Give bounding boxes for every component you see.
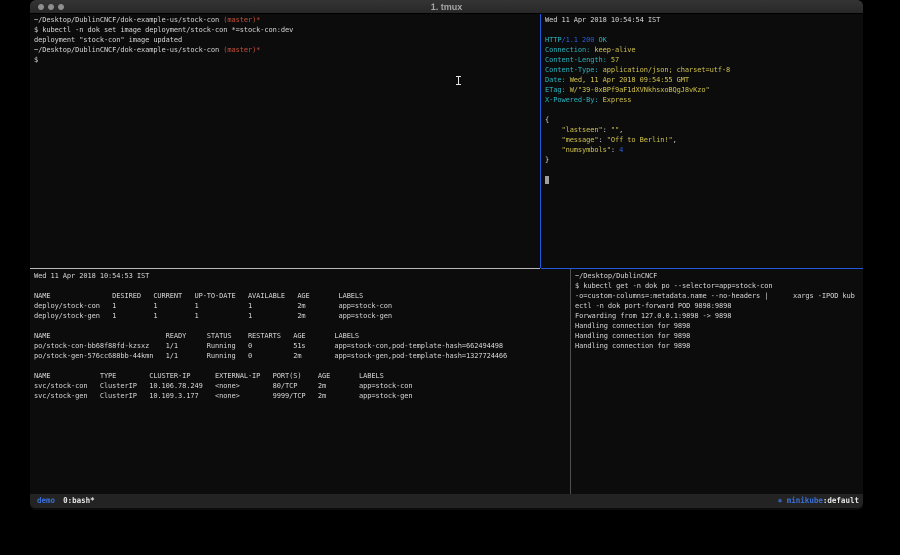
traffic-lights: [38, 4, 64, 10]
terminal-line: Handling connection for 9898: [575, 331, 861, 341]
terminal-line: Forwarding from 127.0.0.1:9898 -> 9898: [575, 311, 861, 321]
minimize-button-icon[interactable]: [48, 4, 54, 10]
terminal-line: [545, 105, 861, 115]
terminal-line: Wed 11 Apr 2018 10:54:53 IST: [34, 271, 566, 281]
terminal-line: "lastseen": "",: [545, 125, 861, 135]
terminal-line: [545, 165, 861, 175]
terminal-line: $ kubectl -n dok set image deployment/st…: [34, 25, 535, 35]
terminal-line: Wed 11 Apr 2018 10:54:54 IST: [545, 15, 861, 25]
terminal-line: {: [545, 115, 861, 125]
terminal-line: [545, 175, 861, 185]
terminal-line: NAME READY STATUS RESTARTS AGE LABELS: [34, 331, 566, 341]
terminal-line: }: [545, 155, 861, 165]
terminal-line: po/stock-gen-576cc688bb-44kmn 1/1 Runnin…: [34, 351, 566, 361]
pane-divider-vertical-top-active[interactable]: [540, 14, 541, 268]
terminal-line: $ kubectl get -n dok po --selector=app=s…: [575, 281, 861, 291]
pane-divider-horizontal-left[interactable]: [30, 268, 540, 269]
close-button-icon[interactable]: [38, 4, 44, 10]
terminal-line: "message": "Off to Berlin!",: [545, 135, 861, 145]
terminal-line: deploy/stock-gen 1 1 1 1 2m app=stock-ge…: [34, 311, 566, 321]
terminal-line: NAME DESIRED CURRENT UP-TO-DATE AVAILABL…: [34, 291, 566, 301]
terminal-line: Content-Length: 57: [545, 55, 861, 65]
zoom-button-icon[interactable]: [58, 4, 64, 10]
terminal-line: [545, 25, 861, 35]
terminal-line: deploy/stock-con 1 1 1 1 2m app=stock-co…: [34, 301, 566, 311]
terminal-line: ectl -n dok port-forward POD 9898:9898: [575, 301, 861, 311]
window-titlebar[interactable]: 1. tmux: [30, 0, 863, 14]
pane-top-left-shell[interactable]: ~/Desktop/DublinCNCF/dok-example-us/stoc…: [34, 15, 535, 265]
status-right: ⎈ minikube:default: [778, 494, 859, 508]
pane-top-right-http-response[interactable]: Wed 11 Apr 2018 10:54:54 IST HTTP/1.1 20…: [545, 15, 861, 265]
terminal-line: deployment "stock-con" image updated: [34, 35, 535, 45]
terminal-line: svc/stock-con ClusterIP 10.106.78.249 <n…: [34, 381, 566, 391]
pane-bottom-right-port-forward[interactable]: ~/Desktop/DublinCNCF$ kubectl get -n dok…: [575, 271, 861, 492]
terminal-line: ~/Desktop/DublinCNCF: [575, 271, 861, 281]
terminal-line: [34, 321, 566, 331]
pane-bottom-left-kubectl-watch[interactable]: Wed 11 Apr 2018 10:54:53 IST NAME DESIRE…: [34, 271, 566, 492]
terminal-line: po/stock-con-bb68f88fd-kzsxz 1/1 Running…: [34, 341, 566, 351]
terminal-line: Handling connection for 9898: [575, 321, 861, 331]
terminal-line: ETag: W/"39-0xBPf9aF1dXVNkhsxoBQgJ8vKzo": [545, 85, 861, 95]
desktop-background: 1. tmux ~/Desktop/DublinCNCF/dok-example…: [0, 0, 900, 555]
mouse-ibeam-cursor-icon: [455, 76, 462, 85]
window-title: 1. tmux: [30, 0, 863, 14]
terminal-line: Content-Type: application/json; charset=…: [545, 65, 861, 75]
terminal-line: [34, 361, 566, 371]
terminal-line: NAME TYPE CLUSTER-IP EXTERNAL-IP PORT(S)…: [34, 371, 566, 381]
terminal-line: ~/Desktop/DublinCNCF/dok-example-us/stoc…: [34, 15, 535, 25]
terminal-line: X-Powered-By: Express: [545, 95, 861, 105]
terminal-line: $: [34, 55, 535, 65]
terminal-line: svc/stock-gen ClusterIP 10.109.3.177 <no…: [34, 391, 566, 401]
text-cursor-block: [545, 176, 549, 184]
terminal-line: Date: Wed, 11 Apr 2018 09:54:55 GMT: [545, 75, 861, 85]
terminal-line: Handling connection for 9898: [575, 341, 861, 351]
terminal-line: "numsymbols": 4: [545, 145, 861, 155]
pane-divider-vertical-bottom[interactable]: [570, 269, 571, 494]
terminal-line: ~/Desktop/DublinCNCF/dok-example-us/stoc…: [34, 45, 535, 55]
terminal-line: HTTP/1.1 200 OK: [545, 35, 861, 45]
terminal-window: 1. tmux ~/Desktop/DublinCNCF/dok-example…: [30, 0, 863, 510]
terminal-line: Connection: keep-alive: [545, 45, 861, 55]
window-tab-bash[interactable]: 0:bash*: [63, 496, 95, 505]
tmux-status-bar: demo 0:bash* ⎈ minikube:default: [30, 494, 863, 508]
status-left: demo 0:bash*: [37, 494, 95, 508]
session-name[interactable]: demo: [37, 496, 55, 505]
pane-divider-horizontal-right-active[interactable]: [541, 268, 863, 269]
terminal-line: [34, 281, 566, 291]
kube-namespace: :default: [823, 496, 859, 505]
terminal-line: -o=custom-columns=:metadata.name --no-he…: [575, 291, 861, 301]
kube-context: minikube: [782, 496, 823, 505]
